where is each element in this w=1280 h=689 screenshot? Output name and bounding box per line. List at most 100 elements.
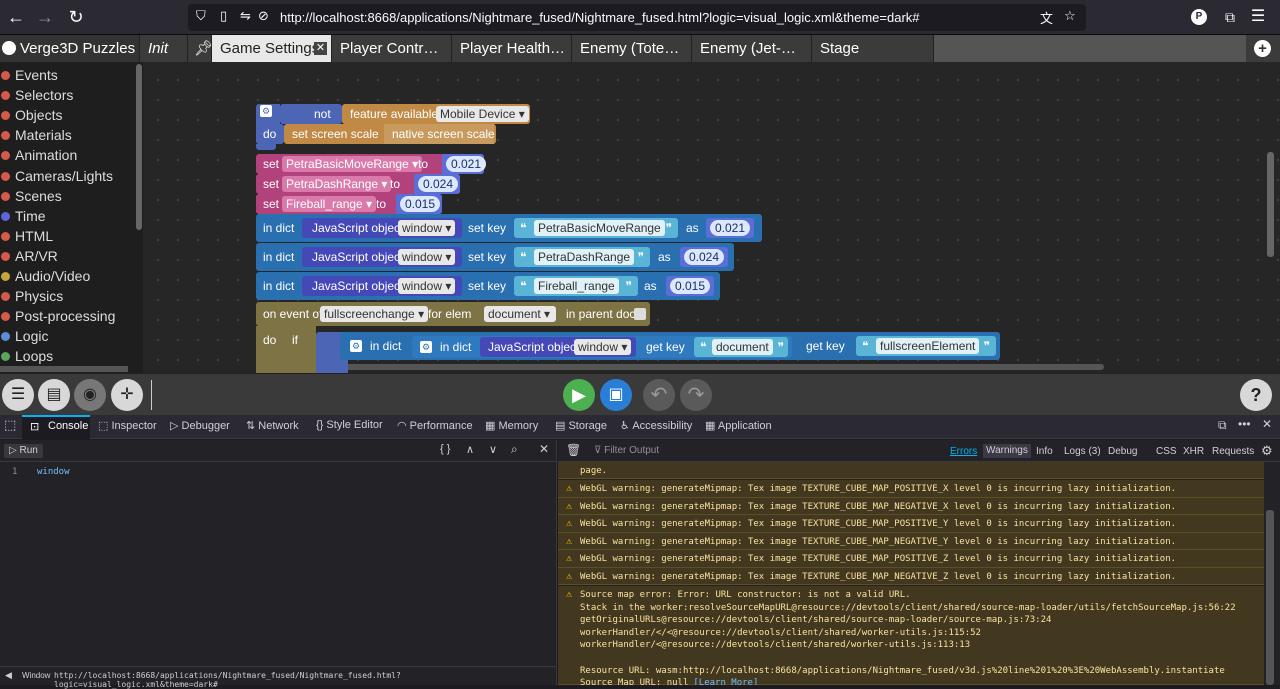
filter-css[interactable]: CSS — [1156, 446, 1177, 457]
number-value[interactable]: 0.024 — [418, 176, 459, 192]
set-var-block[interactable]: set PetraBasicMoveRange ▾ to 0.021 — [256, 154, 487, 174]
tab-application[interactable]: ▦ Application — [705, 419, 772, 432]
tab-performance[interactable]: ◠ Performance — [397, 419, 473, 432]
tab-player-controls[interactable]: Player Contr… — [332, 35, 452, 62]
window-dropdown[interactable]: window ▾ — [398, 249, 456, 265]
category-item[interactable]: Loops — [1, 348, 53, 364]
window-dropdown[interactable]: window ▾ — [574, 339, 632, 355]
shield-icon[interactable]: ⛉ — [196, 8, 206, 24]
text-value[interactable]: Fireball_range — [534, 278, 619, 294]
library-icon[interactable]: ☰ — [2, 379, 34, 411]
window-dropdown[interactable]: window ▾ — [398, 278, 456, 294]
filter-warnings[interactable]: Warnings — [983, 444, 1031, 458]
redo-icon[interactable]: ↷ — [680, 379, 712, 411]
target-icon[interactable]: ✛ — [111, 379, 143, 411]
extensions-icon[interactable]: ⧉ — [1216, 4, 1244, 30]
add-tab-icon[interactable]: + — [1254, 40, 1271, 57]
elem-dropdown[interactable]: document ▾ — [484, 306, 556, 322]
category-item[interactable]: AR/VR — [1, 248, 58, 264]
category-item[interactable]: Post-processing — [1, 308, 115, 324]
close-devtools-icon[interactable]: ✕ — [1262, 417, 1272, 431]
filter-xhr[interactable]: XHR — [1183, 446, 1204, 457]
search-icon[interactable]: ⌕ — [511, 442, 518, 457]
dock-icon[interactable]: ⧉ — [1218, 418, 1227, 433]
workspace-vscrollbar[interactable] — [1267, 152, 1274, 257]
filter-debug[interactable]: Debug — [1108, 446, 1137, 457]
workspace-hscrollbar[interactable] — [300, 364, 1104, 370]
close-icon[interactable]: ✕ — [314, 42, 327, 55]
var-dropdown[interactable]: Fireball_range ▾ — [282, 196, 377, 212]
filter-requests[interactable]: Requests — [1212, 446, 1254, 457]
profile-avatar[interactable]: P — [1191, 9, 1207, 25]
set-var-block[interactable]: set PetraDashRange ▾ to 0.024 — [256, 174, 460, 194]
inner-dict-get-block[interactable]: ⚙ in dict JavaScript object window ▾ get … — [412, 336, 792, 358]
category-item[interactable]: Time — [1, 208, 46, 224]
trash-icon[interactable]: 🗑︎ — [566, 443, 581, 457]
url-field[interactable]: ⛉ ▯ ⇋ ⊘ http://localhost:8668/applicatio… — [188, 4, 1086, 31]
category-item[interactable]: Materials — [1, 127, 72, 143]
undo-icon[interactable]: ↶ — [643, 379, 675, 411]
number-value[interactable]: 0.021 — [710, 220, 751, 236]
js-object-block[interactable]: JavaScript object window ▾ — [302, 276, 462, 296]
star-icon[interactable]: ☆ — [1064, 8, 1076, 24]
var-dropdown[interactable]: PetraDashRange ▾ — [282, 176, 392, 192]
text-value[interactable]: document — [712, 339, 773, 355]
picker-icon[interactable]: ⬚ — [4, 417, 16, 433]
category-item[interactable]: Physics — [1, 288, 63, 304]
category-item[interactable]: Events — [1, 67, 58, 83]
filter-errors[interactable]: Errors — [950, 446, 977, 457]
help-icon[interactable]: ? — [1240, 379, 1272, 411]
filter-logs[interactable]: Logs (3) — [1064, 446, 1101, 457]
text-block[interactable]: ❝ fullscreenElement ❞ — [856, 336, 996, 356]
gear-icon[interactable]: ⚙ — [420, 341, 432, 353]
run-button[interactable]: ▷ Run — [4, 444, 43, 458]
parent-doc-checkbox[interactable] — [634, 308, 646, 320]
dict-set-block[interactable]: in dict JavaScript object window ▾ set ke… — [256, 243, 734, 271]
set-var-block[interactable]: set Fireball_range ▾ to 0.015 — [256, 194, 442, 214]
console-editor[interactable]: ▷ Run { } ∧ ∨ ⌕ ✕ 1 window ◀ Window http… — [0, 440, 557, 689]
pretty-print-icon[interactable]: { } — [440, 443, 450, 455]
tab-enemy-tote[interactable]: Enemy (Tote… — [572, 35, 692, 62]
editor-code[interactable]: window — [37, 467, 70, 477]
filter-info[interactable]: Info — [1036, 446, 1053, 457]
on-event-block[interactable]: on event of fullscreenchange ▾ for elem … — [256, 302, 650, 326]
reload-icon[interactable]: ↻ — [62, 4, 90, 30]
screenshot-icon[interactable]: ◉ — [74, 379, 106, 411]
number-value[interactable]: 0.015 — [400, 196, 441, 212]
page-icon[interactable]: ▯ — [220, 8, 227, 24]
close-editor-icon[interactable]: ✕ — [539, 442, 549, 456]
number-value[interactable]: 0.024 — [684, 249, 725, 265]
text-value[interactable]: fullscreenElement — [876, 338, 980, 354]
text-block[interactable]: ❝ PetraDashRange ❞ — [514, 247, 650, 267]
history-down-icon[interactable]: ∨ — [489, 443, 497, 456]
toolbox-hscrollbar[interactable] — [0, 366, 128, 372]
forward-icon[interactable]: → — [31, 4, 59, 30]
dict-get-block[interactable]: ⚙ in dict ⚙ in dict JavaScript object win… — [340, 332, 1000, 360]
text-value[interactable]: PetraDashRange — [534, 249, 635, 265]
toolbox-scrollbar[interactable] — [136, 64, 142, 230]
history-up-icon[interactable]: ∧ — [466, 443, 474, 456]
puzzle-workspace[interactable]: Events Selectors Objects Materials Animation… — [0, 62, 1280, 373]
tab-stage[interactable]: Stage — [812, 35, 934, 62]
tab-style-editor[interactable]: {} Style Editor — [316, 419, 383, 431]
tab-storage[interactable]: ▤ Storage — [555, 419, 607, 432]
permissions-icon[interactable]: ⇋ — [240, 8, 251, 24]
tab-memory[interactable]: ▦ Memory — [485, 419, 538, 432]
more-icon[interactable]: ••• — [1238, 417, 1251, 431]
text-block[interactable]: ❝ document ❞ — [694, 337, 788, 357]
feature-available-block[interactable]: feature available Mobile Device ▾ — [342, 104, 530, 124]
var-dropdown[interactable]: PetraBasicMoveRange ▾ — [282, 156, 423, 172]
feature-dropdown[interactable]: Mobile Device ▾ — [436, 106, 529, 122]
event-dropdown[interactable]: fullscreenchange ▾ — [320, 306, 429, 322]
category-item[interactable]: Animation — [1, 147, 77, 163]
run-icon[interactable]: ▶ — [563, 379, 595, 411]
window-dropdown[interactable]: window ▾ — [398, 220, 456, 236]
tab-debugger[interactable]: ▷ Debugger — [170, 419, 230, 432]
tab-init[interactable]: Init — [140, 35, 188, 62]
category-item[interactable]: Cameras/Lights — [1, 168, 113, 184]
number-value[interactable]: 0.015 — [670, 278, 711, 294]
settings-gear-icon[interactable]: ⚙ — [1261, 443, 1273, 459]
menu-icon[interactable]: ☰ — [1244, 4, 1272, 30]
js-object-block[interactable]: JavaScript object window ▾ — [302, 218, 462, 238]
native-scale-block[interactable]: native screen scale — [384, 124, 495, 144]
